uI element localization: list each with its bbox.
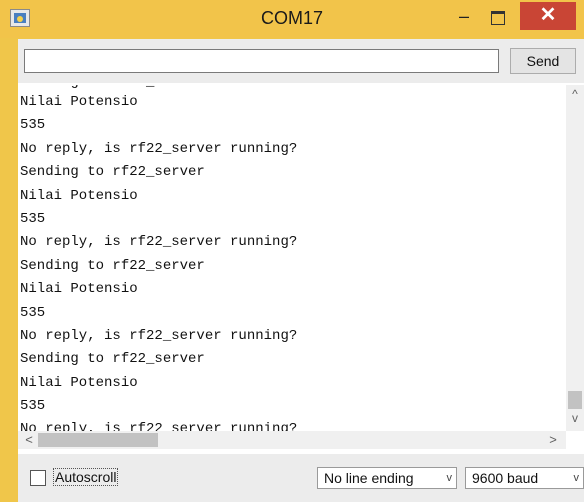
console-line: No reply, is rf22_server running?: [20, 234, 298, 251]
serial-input[interactable]: [24, 49, 499, 73]
maximize-icon: [491, 11, 505, 25]
close-button[interactable]: ✕: [520, 2, 576, 30]
console-lines: Nilai Potensio 535 No reply, is rf22_ser…: [18, 91, 297, 442]
baud-rate-select[interactable]: 9600 baud v: [465, 467, 584, 489]
status-bar: Autoscroll No line ending v 9600 baud v: [18, 454, 584, 502]
console-line: Nilai Potensio: [20, 187, 138, 204]
console-line: Sending to rf22_server: [20, 257, 205, 274]
input-bar: Send: [18, 39, 584, 83]
console-line: 535: [20, 210, 46, 227]
console-line: Nilai Potensio: [20, 281, 138, 298]
horizontal-scroll-thumb[interactable]: [38, 433, 158, 447]
console-line: Sending to rf22_server: [20, 164, 205, 181]
console-line: No reply, is rf22_server running?: [20, 327, 298, 344]
title-bar: COM17 – ✕: [0, 0, 584, 38]
console-line: 535: [20, 398, 46, 415]
console-line: Nilai Potensio: [20, 94, 138, 110]
maximize-button[interactable]: [484, 7, 512, 29]
send-button[interactable]: Send: [510, 48, 576, 74]
serial-monitor-window: COM17 – ✕ Send Sending to rf22_server Ni…: [0, 0, 584, 502]
baud-rate-value: 9600 baud: [472, 470, 539, 486]
line-ending-value: No line ending: [324, 470, 414, 486]
chevron-down-icon: v: [573, 472, 580, 484]
client-area: Send Sending to rf22_server Nilai Potens…: [18, 39, 584, 502]
serial-output[interactable]: Sending to rf22_server Nilai Potensio 53…: [18, 85, 566, 448]
line-ending-select[interactable]: No line ending v: [317, 467, 457, 489]
console-line: 535: [20, 304, 46, 321]
console-line: No reply, is rf22_server running?: [20, 140, 298, 157]
console-line: Sending to rf22_server: [20, 351, 205, 368]
horizontal-scrollbar[interactable]: < >: [18, 431, 566, 449]
vertical-scrollbar[interactable]: ^ v: [566, 85, 584, 431]
autoscroll-label[interactable]: Autoscroll: [53, 468, 119, 486]
console-line: Nilai Potensio: [20, 374, 138, 391]
scroll-up-icon[interactable]: ^: [566, 87, 584, 105]
scroll-down-icon[interactable]: v: [566, 411, 584, 429]
console-line: 535: [20, 117, 46, 134]
minimize-button[interactable]: –: [450, 7, 478, 29]
chevron-down-icon: v: [446, 472, 453, 484]
autoscroll-checkbox[interactable]: [30, 470, 46, 486]
scroll-right-icon[interactable]: >: [544, 431, 562, 449]
vertical-scroll-thumb[interactable]: [568, 391, 582, 409]
scroll-left-icon[interactable]: <: [20, 431, 38, 449]
